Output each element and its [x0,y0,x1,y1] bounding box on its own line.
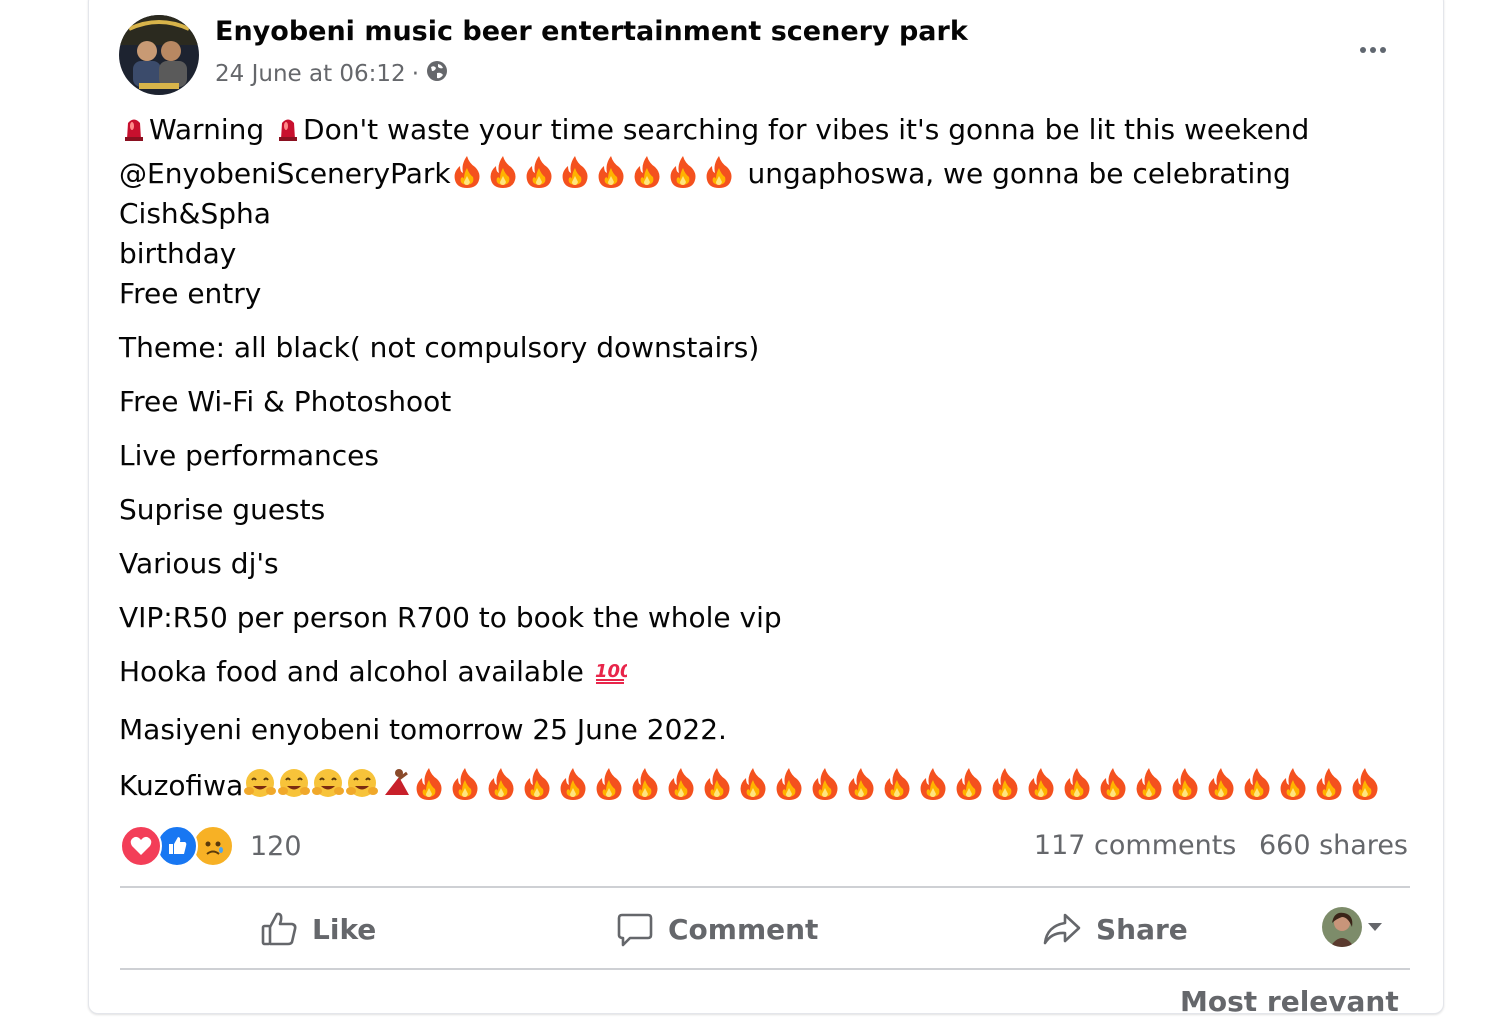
fire-icon [1313,767,1345,801]
meta-separator: · [411,61,419,87]
thumbs-up-icon [260,910,298,948]
post-line: Live performances [119,439,379,472]
hugging-face-icon [243,767,277,812]
post-line: Free entry [119,277,262,310]
fire-icon [1349,767,1381,801]
fire-icon [449,767,481,801]
fire-icon [665,767,697,801]
post-line: Suprise guests [119,493,326,526]
post-line: Kuzofiwa [119,764,1404,812]
fire-icon [701,767,733,801]
fire-icon [1205,767,1237,801]
fire-icon [485,767,517,801]
hugging-face-emoji-group [243,769,379,802]
reaction-summary[interactable]: 120 [120,825,302,867]
fire-icon [881,767,913,801]
sad-reaction-icon [192,825,234,867]
fire-icon [1169,767,1201,801]
fire-icon [629,767,661,801]
hugging-face-icon [345,767,379,812]
reaction-count[interactable]: 120 [250,831,302,862]
fire-emoji-group [451,155,739,190]
fire-icon [953,767,985,801]
fire-icon [703,155,735,189]
fire-emoji-group [413,767,1385,802]
post-line: Warning Don't waste your time searching … [119,110,1404,154]
post-line: Free Wi-Fi & Photoshoot [119,385,452,418]
fire-icon [595,155,627,189]
fire-icon [1277,767,1309,801]
red-siren-icon [273,113,303,154]
comment-sort-label[interactable]: Most relevant [1180,985,1399,1018]
hugging-face-icon [311,767,345,812]
fire-icon [1133,767,1165,801]
hugging-face-icon [277,767,311,812]
dancer-icon [379,767,413,812]
fire-icon [523,155,555,189]
svg-text:100: 100 [595,661,627,682]
divider [120,886,1410,888]
post-line: Various dj's [119,547,279,580]
post-meta: 24 June at 06:12 · [215,59,449,89]
fire-icon [917,767,949,801]
comments-count[interactable]: 117 comments [1034,830,1236,861]
fire-icon [521,767,553,801]
fire-icon [559,155,591,189]
fire-icon [667,155,699,189]
comment-button[interactable]: Comment [616,890,818,968]
comment-bubble-icon [616,910,654,948]
user-avatar [1322,907,1362,947]
fire-icon [413,767,445,801]
hundred-points-icon: 100 [593,655,632,696]
post-line: VIP:R50 per person R700 to book the whol… [119,601,782,634]
post-line: birthday [119,237,237,270]
fire-icon [593,767,625,801]
fire-icon [773,767,805,801]
chevron-down-icon [1366,918,1384,937]
fire-icon [1025,767,1057,801]
like-button[interactable]: Like [260,890,376,968]
fire-icon [451,155,483,189]
love-reaction-icon [120,825,162,867]
mention-link[interactable]: @EnyobeniSceneryPark [119,157,451,190]
more-options-icon[interactable] [1350,30,1396,70]
post-line: Hooka food and alcohol available 100 [119,652,1404,696]
fire-icon [1061,767,1093,801]
page-avatar[interactable] [119,15,199,95]
like-label: Like [312,912,377,946]
fire-icon [1097,767,1129,801]
post-line: Masiyeni enyobeni tomorrow 25 June 2022. [119,713,727,746]
fire-icon [809,767,841,801]
share-button[interactable]: Share [1042,890,1188,968]
fire-icon [487,155,519,189]
fire-icon [557,767,589,801]
post-body: Warning Don't waste your time searching … [119,110,1404,812]
action-bar: Like Comment Share [120,890,1410,968]
shares-count[interactable]: 660 shares [1259,830,1408,861]
engagement-stats: 117 comments 660 shares [1020,830,1408,861]
fire-icon [989,767,1021,801]
fire-icon [1241,767,1273,801]
page-name[interactable]: Enyobeni music beer entertainment scener… [215,16,968,47]
comment-label: Comment [668,912,819,946]
post-line: Theme: all black( not compulsory downsta… [119,331,760,364]
fire-icon [631,155,663,189]
post-line: @EnyobeniSceneryPark ungaphoswa, we gonn… [119,155,1291,230]
like-reaction-icon [156,825,198,867]
share-arrow-icon [1042,910,1082,948]
share-label: Share [1096,912,1188,946]
fire-icon [737,767,769,801]
post-timestamp[interactable]: 24 June at 06:12 [215,61,406,87]
red-siren-icon [119,113,149,154]
fire-icon [845,767,877,801]
audience-selector[interactable] [1322,907,1384,947]
divider [120,968,1410,970]
globe-icon [425,59,449,89]
